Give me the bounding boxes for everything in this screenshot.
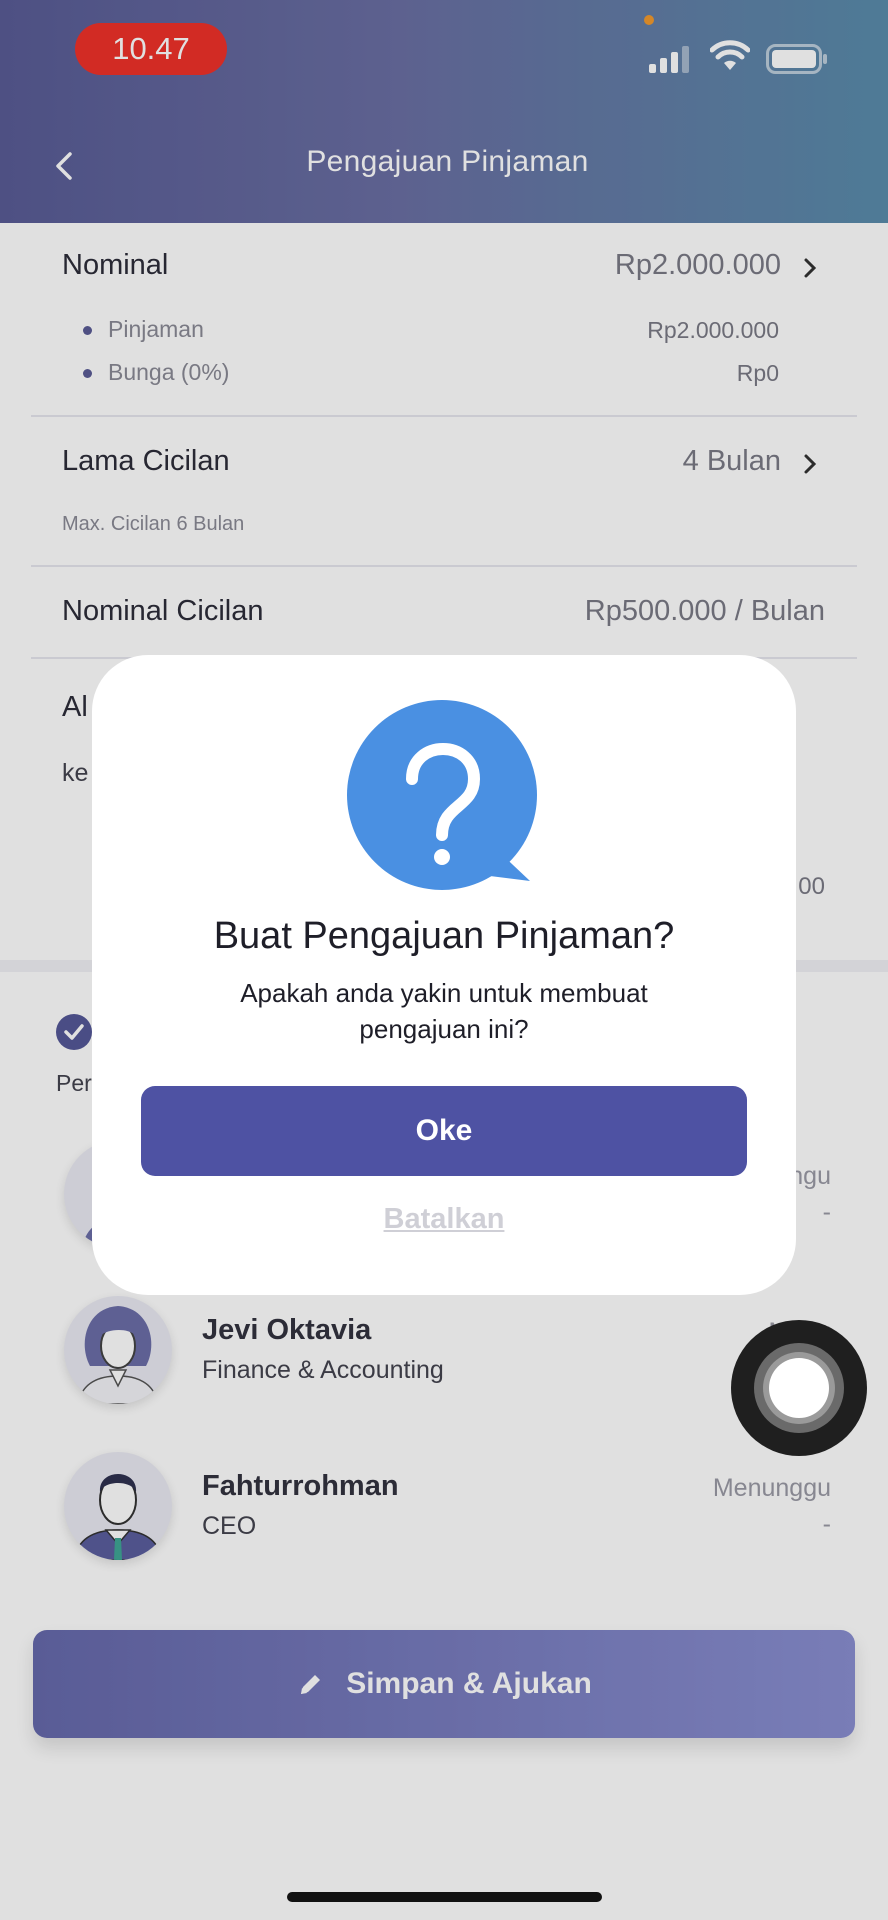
confirm-dialog: Buat Pengajuan Pinjaman? Apakah anda yak… [92,655,796,1295]
cancel-button[interactable]: Batalkan [92,1203,796,1236]
dialog-message: Apakah anda yakin untuk membuat pengajua… [240,978,648,1044]
assistive-touch-button[interactable] [731,1320,867,1456]
ok-button[interactable]: Oke [141,1086,747,1176]
question-bubble-icon [347,700,537,890]
home-indicator[interactable] [287,1892,602,1902]
dialog-title: Buat Pengajuan Pinjaman? [213,915,675,957]
